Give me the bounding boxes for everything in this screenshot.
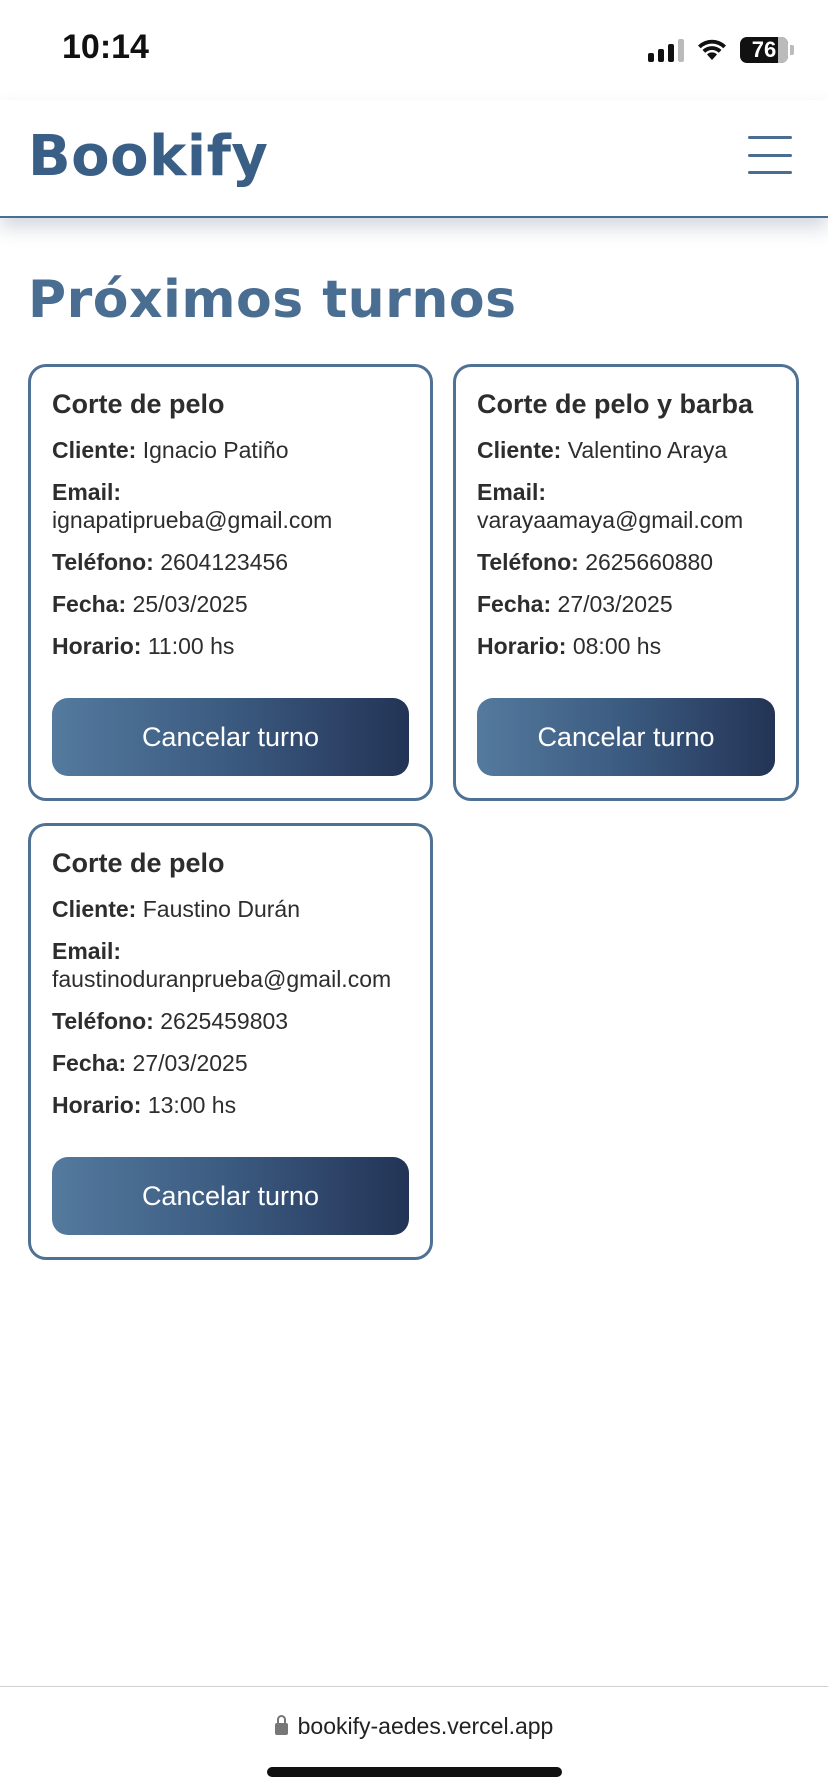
email-field: Email: ignapatiprueba@gmail.com: [52, 479, 333, 533]
cancel-appointment-button[interactable]: Cancelar turno: [477, 698, 775, 776]
cellular-signal-icon: [648, 38, 684, 62]
phone-field: Teléfono: 2625459803: [52, 1008, 289, 1034]
url-display[interactable]: bookify-aedes.vercel.app: [0, 1713, 828, 1740]
appointment-card: Corte de pelo Cliente: Faustino Durán Em…: [28, 823, 433, 1260]
cancel-appointment-button[interactable]: Cancelar turno: [52, 1157, 409, 1235]
time-field: Horario: 11:00 hs: [52, 633, 235, 659]
url-text: bookify-aedes.vercel.app: [297, 1713, 554, 1739]
page-title: Próximos turnos: [28, 270, 517, 330]
service-name: Corte de pelo: [52, 848, 225, 878]
app-logo[interactable]: Bookify: [28, 124, 268, 189]
time-field: Horario: 08:00 hs: [477, 633, 662, 659]
hamburger-menu-icon[interactable]: [748, 136, 792, 174]
status-icons: 76: [648, 34, 794, 66]
battery-level: 76: [751, 37, 777, 62]
client-field: Cliente: Ignacio Patiño: [52, 437, 289, 463]
client-field: Cliente: Faustino Durán: [52, 896, 300, 922]
client-field: Cliente: Valentino Araya: [477, 437, 728, 463]
status-bar: 10:14 76: [0, 0, 828, 100]
status-time: 10:14: [62, 28, 149, 66]
date-field: Fecha: 27/03/2025: [52, 1050, 248, 1076]
appointment-card: Corte de pelo y barba Cliente: Valentino…: [453, 364, 799, 801]
time-field: Horario: 13:00 hs: [52, 1092, 237, 1118]
lock-icon: [274, 1715, 288, 1735]
browser-url-bar[interactable]: bookify-aedes.vercel.app: [0, 1686, 828, 1792]
phone-field: Teléfono: 2625660880: [477, 549, 714, 575]
service-name: Corte de pelo: [52, 389, 225, 419]
app-header: Bookify: [0, 100, 828, 218]
email-field: Email: varayaamaya@gmail.com: [477, 479, 744, 533]
date-field: Fecha: 25/03/2025: [52, 591, 248, 617]
appointment-card: Corte de pelo Cliente: Ignacio Patiño Em…: [28, 364, 433, 801]
service-name: Corte de pelo y barba: [477, 389, 754, 419]
phone-field: Teléfono: 2604123456: [52, 549, 289, 575]
email-field: Email: faustinoduranprueba@gmail.com: [52, 938, 392, 992]
cancel-appointment-button[interactable]: Cancelar turno: [52, 698, 409, 776]
wifi-icon: [698, 39, 726, 60]
home-indicator[interactable]: [267, 1767, 562, 1777]
date-field: Fecha: 27/03/2025: [477, 591, 673, 617]
battery-icon: 76: [740, 37, 794, 63]
